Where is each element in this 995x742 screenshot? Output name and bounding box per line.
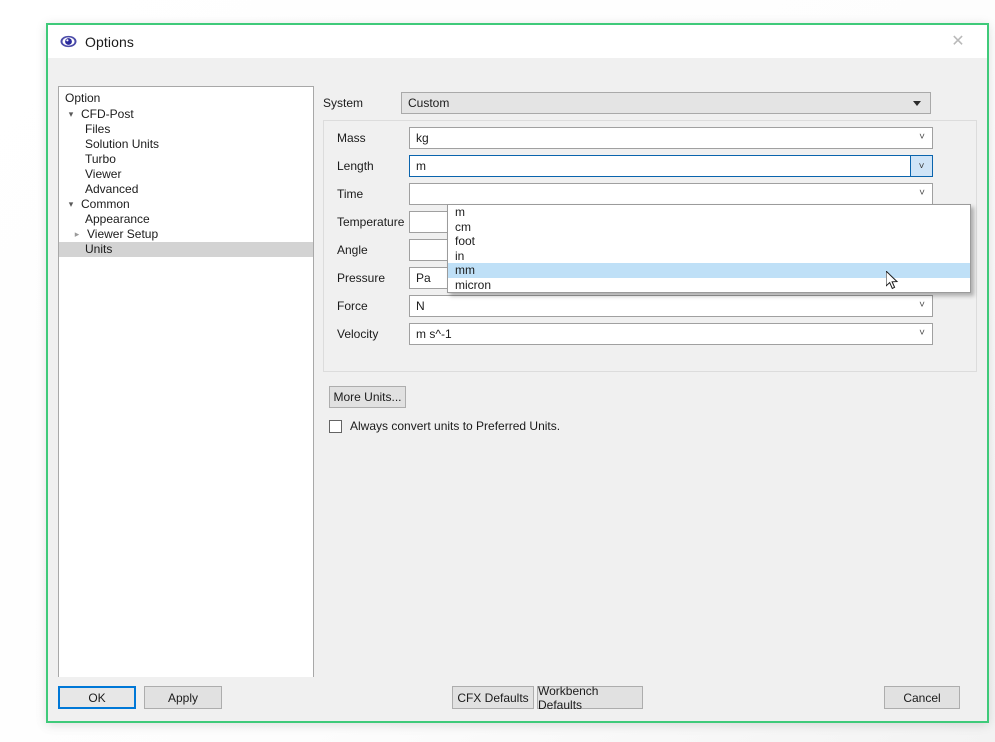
force-value: N bbox=[416, 299, 425, 313]
force-label: Force bbox=[337, 299, 368, 313]
chevron-down-icon[interactable]: ˅ bbox=[910, 156, 932, 176]
mass-combobox[interactable]: kg ˅ bbox=[409, 127, 933, 149]
tree-item-label: Files bbox=[85, 122, 111, 136]
velocity-combobox[interactable]: m s^-1 ˅ bbox=[409, 323, 933, 345]
system-row: System Custom bbox=[323, 92, 977, 114]
tree-item-units[interactable]: Units bbox=[59, 242, 313, 257]
close-icon[interactable]: ✕ bbox=[937, 25, 979, 58]
pressure-label: Pressure bbox=[337, 271, 386, 285]
length-label: Length bbox=[337, 159, 374, 173]
options-tree[interactable]: Option ▾ CFD-Post Files Solution Units T… bbox=[58, 86, 314, 710]
eye-icon bbox=[60, 35, 77, 48]
tree-item-viewer-setup[interactable]: ▸ Viewer Setup bbox=[59, 227, 313, 242]
tree-item-files[interactable]: Files bbox=[59, 122, 313, 137]
title-bar: Options ✕ bbox=[48, 25, 987, 58]
angle-label: Angle bbox=[337, 243, 368, 257]
tree-item-label: Turbo bbox=[85, 152, 116, 166]
chevron-down-icon[interactable]: ˅ bbox=[919, 328, 925, 339]
tree-item-label: Appearance bbox=[85, 212, 150, 226]
length-dropdown-list[interactable]: m cm foot in mm micron bbox=[447, 204, 971, 293]
chevron-down-icon[interactable]: ˅ bbox=[919, 132, 925, 143]
cancel-button[interactable]: Cancel bbox=[884, 686, 960, 709]
tree-item-label: Units bbox=[85, 242, 113, 256]
chevron-down-icon[interactable]: ˅ bbox=[919, 300, 925, 311]
ok-button[interactable]: OK bbox=[58, 686, 136, 709]
system-label: System bbox=[323, 96, 364, 110]
window-title: Options bbox=[85, 33, 134, 50]
length-row: Length m ˅ bbox=[337, 155, 963, 177]
mass-value: kg bbox=[416, 131, 429, 145]
velocity-label: Velocity bbox=[337, 327, 379, 341]
tree-item-label: CFD-Post bbox=[81, 107, 134, 121]
system-value: Custom bbox=[408, 96, 450, 110]
workbench-defaults-button[interactable]: Workbench Defaults bbox=[537, 684, 643, 712]
velocity-row: Velocity m s^-1 ˅ bbox=[337, 323, 963, 345]
mass-label: Mass bbox=[337, 131, 366, 145]
chevron-down-icon[interactable]: ▾ bbox=[63, 197, 79, 212]
dropdown-option-mm[interactable]: mm bbox=[448, 263, 970, 278]
dropdown-option-in[interactable]: in bbox=[448, 249, 970, 264]
length-value: m bbox=[416, 159, 426, 173]
tree-item-label: Advanced bbox=[85, 182, 139, 196]
tree-item-cfd-post[interactable]: ▾ CFD-Post bbox=[59, 107, 313, 122]
mass-row: Mass kg ˅ bbox=[337, 127, 963, 149]
dialog-body: Option ▾ CFD-Post Files Solution Units T… bbox=[48, 58, 987, 721]
tree-item-label: Viewer Setup bbox=[87, 227, 159, 241]
tree-item-viewer[interactable]: Viewer bbox=[59, 167, 313, 182]
tree-header: Option bbox=[65, 91, 101, 105]
tree-item-common[interactable]: ▾ Common bbox=[59, 197, 313, 212]
tree-item-label: Common bbox=[81, 197, 130, 211]
units-pane: System Custom Mass kg ˅ Length m ˅ Time … bbox=[323, 86, 977, 710]
always-convert-checkbox[interactable] bbox=[329, 419, 342, 433]
tree-item-appearance[interactable]: Appearance bbox=[59, 212, 313, 227]
dropdown-option-m[interactable]: m bbox=[448, 205, 970, 220]
tree-item-label: Viewer bbox=[85, 167, 122, 181]
system-combobox[interactable]: Custom bbox=[401, 92, 931, 114]
cfx-defaults-button[interactable]: CFX Defaults bbox=[452, 686, 534, 709]
chevron-down-icon[interactable]: ˅ bbox=[919, 188, 925, 199]
dropdown-option-micron[interactable]: micron bbox=[448, 278, 970, 293]
tree-item-advanced[interactable]: Advanced bbox=[59, 182, 313, 197]
time-label: Time bbox=[337, 187, 364, 201]
more-units-button[interactable]: More Units... bbox=[329, 386, 406, 408]
force-row: Force N ˅ bbox=[337, 295, 963, 317]
time-combobox[interactable]: ˅ bbox=[409, 183, 933, 205]
chevron-down-icon[interactable]: ▾ bbox=[63, 107, 79, 122]
dropdown-option-cm[interactable]: cm bbox=[448, 220, 970, 235]
length-combobox[interactable]: m ˅ bbox=[409, 155, 933, 177]
dialog-button-bar: OK Apply CFX Defaults Workbench Defaults… bbox=[48, 677, 987, 721]
apply-button[interactable]: Apply bbox=[144, 686, 222, 709]
options-dialog: Options ✕ Option ▾ CFD-Post Files Soluti… bbox=[46, 23, 989, 723]
time-row: Time ˅ bbox=[337, 183, 963, 205]
pressure-value: Pa bbox=[416, 271, 431, 285]
tree-item-solution-units[interactable]: Solution Units bbox=[59, 137, 313, 152]
chevron-right-icon[interactable]: ▸ bbox=[69, 227, 85, 242]
tree-item-label: Solution Units bbox=[85, 137, 160, 151]
always-convert-row[interactable]: Always convert units to Preferred Units. bbox=[329, 419, 560, 433]
always-convert-label: Always convert units to Preferred Units. bbox=[350, 419, 561, 433]
chevron-down-icon[interactable] bbox=[913, 101, 921, 106]
tree-item-turbo[interactable]: Turbo bbox=[59, 152, 313, 167]
temperature-label: Temperature bbox=[337, 215, 405, 229]
velocity-value: m s^-1 bbox=[416, 327, 452, 341]
force-combobox[interactable]: N ˅ bbox=[409, 295, 933, 317]
dropdown-option-foot[interactable]: foot bbox=[448, 234, 970, 249]
